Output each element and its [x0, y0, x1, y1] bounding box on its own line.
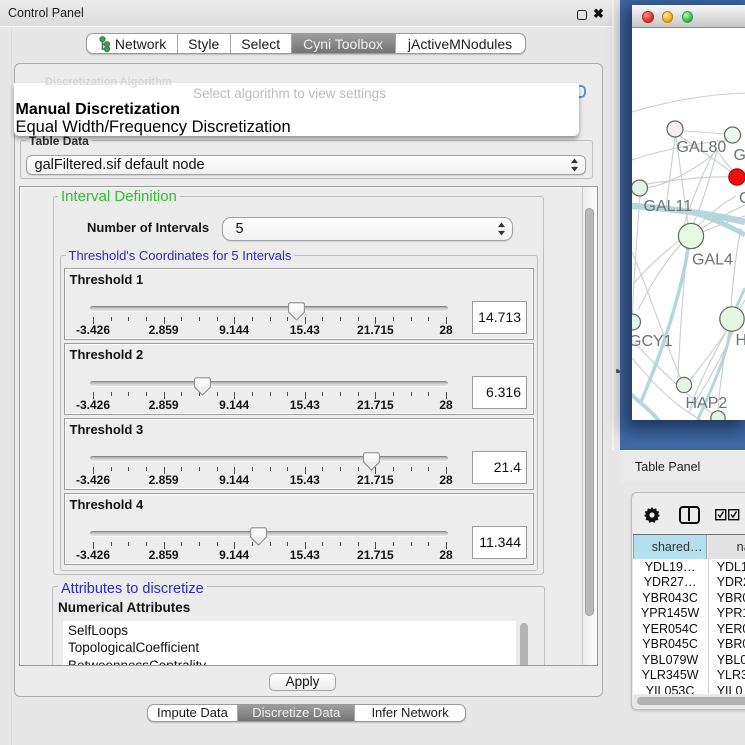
svg-text:H: H	[736, 332, 745, 349]
svg-text:GAL4: GAL4	[692, 252, 733, 269]
svg-text:GCY1: GCY1	[632, 333, 673, 350]
svg-text:GAL80: GAL80	[677, 139, 727, 156]
svg-text:GAL11: GAL11	[644, 198, 693, 215]
svg-text:C: C	[739, 190, 745, 207]
svg-text:GA: GA	[734, 147, 745, 164]
svg-text:HAP2: HAP2	[686, 395, 728, 412]
